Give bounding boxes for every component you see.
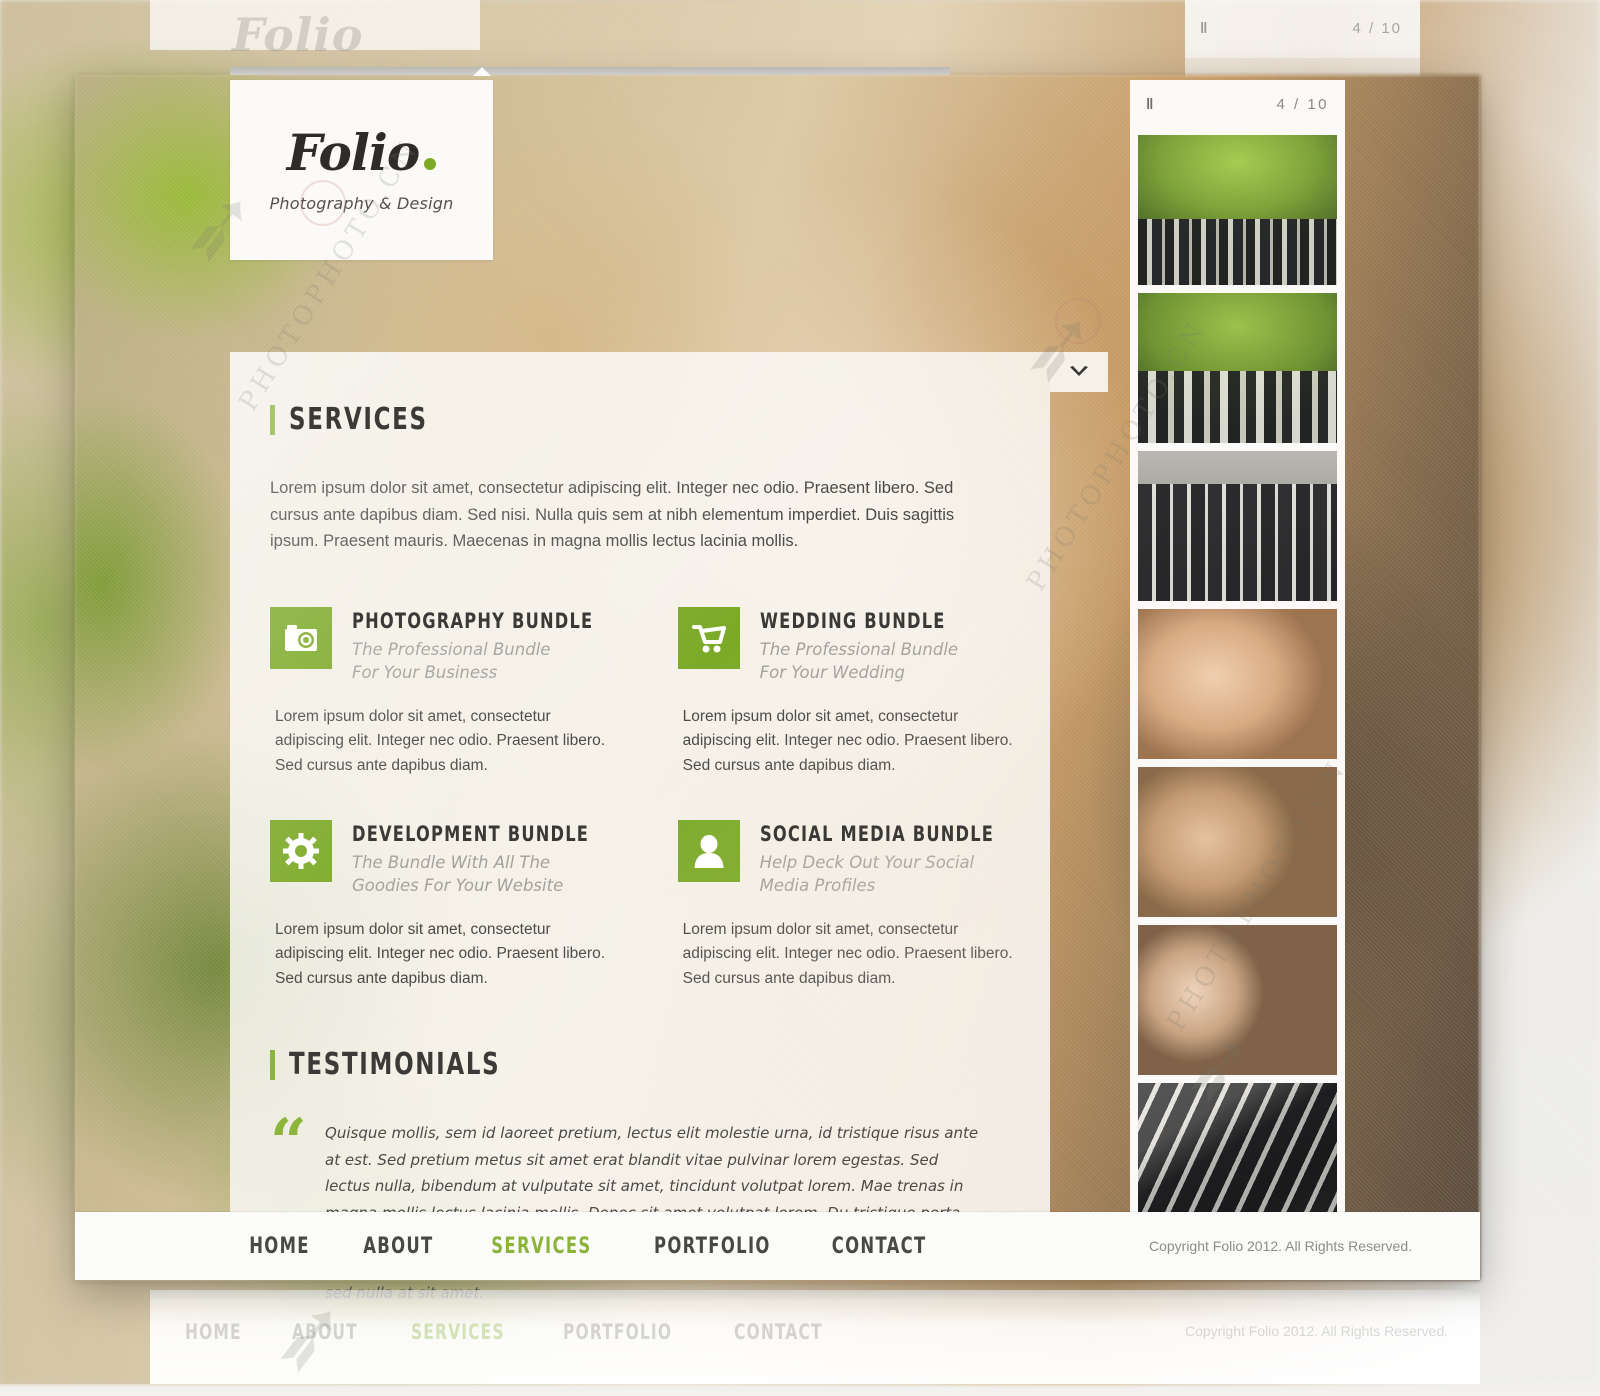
ghost-nav-item-portfolio: PORTFOLIO bbox=[562, 1320, 672, 1344]
slider-control-bar: ‖ 4 / 10 bbox=[1130, 80, 1345, 128]
main-navigation: HOME ABOUT SERVICES PORTFOLIO CONTACT bbox=[243, 1234, 937, 1259]
photo-slider-column: ‖ 4 / 10 bbox=[1130, 80, 1345, 1280]
nav-item-portfolio[interactable]: PORTFOLIO bbox=[654, 1234, 771, 1259]
bundle-header: PHOTOGRAPHY BUNDLE The Professional Bund… bbox=[270, 607, 633, 685]
ghost-slide-counter: 4 / 10 bbox=[1352, 20, 1402, 37]
website-mockup-panel: Folio Photography & Design SERVICES Lore… bbox=[75, 67, 1480, 1302]
footer-active-notch bbox=[473, 67, 491, 76]
bundle-icon-tile bbox=[677, 820, 740, 883]
thumbnail-item[interactable] bbox=[1138, 293, 1337, 443]
bundle-card-development[interactable]: DEVELOPMENT BUNDLE The Bundle With All T… bbox=[270, 820, 633, 991]
bundle-body-text: Lorem ipsum dolor sit amet, consectetur … bbox=[682, 920, 1013, 987]
logo-tagline: Photography & Design bbox=[269, 193, 454, 213]
bundle-title: PHOTOGRAPHY BUNDLE bbox=[352, 609, 594, 634]
pause-icon[interactable]: ‖ bbox=[1146, 96, 1155, 113]
content-toggle-button[interactable] bbox=[1050, 352, 1108, 392]
testimonials-heading: TESTIMONIALS bbox=[289, 1047, 501, 1083]
bundle-tagline: The Bundle With All The Goodies For Your… bbox=[352, 853, 564, 895]
bundle-text-block: PHOTOGRAPHY BUNDLE The Professional Bund… bbox=[352, 607, 633, 685]
bundle-card-photography[interactable]: PHOTOGRAPHY BUNDLE The Professional Bund… bbox=[270, 607, 633, 778]
thumbnail-item[interactable] bbox=[1138, 609, 1337, 759]
bundle-card-social-media[interactable]: SOCIAL MEDIA BUNDLE Help Deck Out Your S… bbox=[677, 820, 1032, 991]
section-accent-bar bbox=[270, 1049, 275, 1080]
bundle-body-text: Lorem ipsum dolor sit amet, consectetur … bbox=[275, 707, 606, 774]
bundle-text-block: SOCIAL MEDIA BUNDLE Help Deck Out Your S… bbox=[760, 820, 1032, 898]
bundle-icon-tile bbox=[270, 820, 332, 883]
bundle-icon-tile bbox=[677, 607, 740, 670]
bundle-header: SOCIAL MEDIA BUNDLE Help Deck Out Your S… bbox=[677, 820, 1032, 898]
ghost-pause-icon: ‖ bbox=[1200, 20, 1209, 37]
thumbnail-item[interactable] bbox=[1138, 1083, 1337, 1233]
logo-card[interactable]: Folio Photography & Design bbox=[230, 80, 493, 260]
bundle-title: SOCIAL MEDIA BUNDLE bbox=[759, 822, 994, 847]
ghost-copyright-text: Copyright Folio 2012. All Rights Reserve… bbox=[1184, 1323, 1448, 1339]
logo-wordmark: Folio bbox=[287, 127, 437, 178]
slide-counter: 4 / 10 bbox=[1276, 95, 1329, 113]
testimonials-section-title: TESTIMONIALS bbox=[270, 1047, 1005, 1082]
services-section-title: SERVICES bbox=[270, 402, 1005, 437]
bundle-tagline: Help Deck Out Your Social Media Profiles bbox=[759, 853, 975, 895]
camera-icon bbox=[285, 625, 317, 652]
user-icon bbox=[694, 835, 724, 869]
site-footer: HOME ABOUT SERVICES PORTFOLIO CONTACT Co… bbox=[75, 1212, 1480, 1280]
section-accent-bar bbox=[270, 404, 275, 435]
bundle-body-text: Lorem ipsum dolor sit amet, consectetur … bbox=[275, 920, 606, 987]
ghost-nav-item-about: ABOUT bbox=[292, 1320, 359, 1344]
bundle-text-block: WEDDING BUNDLE The Professional Bundle F… bbox=[760, 607, 990, 685]
gear-icon bbox=[283, 833, 319, 870]
bundle-icon-tile bbox=[270, 607, 332, 670]
ghost-logo-text: Folio bbox=[232, 8, 364, 62]
shopping-cart-icon bbox=[691, 625, 726, 653]
ghost-navigation: HOME ABOUT SERVICES PORTFOLIO CONTACT bbox=[185, 1320, 842, 1344]
services-bundle-grid: PHOTOGRAPHY BUNDLE The Professional Bund… bbox=[270, 607, 1013, 991]
logo-name-text: Folio bbox=[286, 122, 420, 182]
thumbnail-item[interactable] bbox=[1138, 767, 1337, 917]
services-heading: SERVICES bbox=[289, 402, 428, 437]
nav-item-about[interactable]: ABOUT bbox=[363, 1234, 433, 1259]
bundle-header: DEVELOPMENT BUNDLE The Bundle With All T… bbox=[270, 820, 633, 898]
thumbnail-item[interactable] bbox=[1138, 925, 1337, 1075]
nav-item-contact[interactable]: CONTACT bbox=[832, 1234, 927, 1259]
chevron-down-icon bbox=[1070, 366, 1088, 376]
nav-item-home[interactable]: HOME bbox=[249, 1234, 310, 1259]
bundle-text-block: DEVELOPMENT BUNDLE The Bundle With All T… bbox=[352, 820, 628, 898]
ghost-footer-layer: HOME ABOUT SERVICES PORTFOLIO CONTACT Co… bbox=[150, 1290, 1480, 1384]
bundle-title: DEVELOPMENT BUNDLE bbox=[352, 822, 590, 847]
thumbnail-item[interactable] bbox=[1138, 135, 1337, 285]
ghost-nav-item-contact: CONTACT bbox=[733, 1320, 823, 1344]
ghost-footer-rule bbox=[150, 1290, 1480, 1302]
ghost-nav-item-services: SERVICES bbox=[410, 1320, 505, 1344]
bundle-tagline: The Professional Bundle For Your Wedding bbox=[759, 640, 959, 682]
bundle-header: WEDDING BUNDLE The Professional Bundle F… bbox=[677, 607, 1032, 685]
bundle-body-text: Lorem ipsum dolor sit amet, consectetur … bbox=[682, 707, 1013, 774]
services-intro-text: Lorem ipsum dolor sit amet, consectetur … bbox=[270, 479, 955, 551]
main-content-panel: SERVICES Lorem ipsum dolor sit amet, con… bbox=[230, 352, 1050, 1302]
logo-dot-icon bbox=[424, 157, 437, 170]
thumbnail-item[interactable] bbox=[1138, 451, 1337, 601]
ghost-slider-bar: ‖ 4 / 10 bbox=[1185, 0, 1420, 58]
bundle-tagline: The Professional Bundle For Your Busines… bbox=[352, 640, 551, 682]
bundle-title: WEDDING BUNDLE bbox=[759, 609, 946, 634]
copyright-text: Copyright Folio 2012. All Rights Reserve… bbox=[1148, 1238, 1412, 1254]
ghost-nav-item-home: HOME bbox=[185, 1320, 242, 1344]
nav-item-services[interactable]: SERVICES bbox=[491, 1234, 591, 1259]
bundle-card-wedding[interactable]: WEDDING BUNDLE The Professional Bundle F… bbox=[677, 607, 1032, 778]
footer-top-rule bbox=[230, 67, 950, 75]
thumbnail-strip[interactable] bbox=[1130, 128, 1345, 1280]
